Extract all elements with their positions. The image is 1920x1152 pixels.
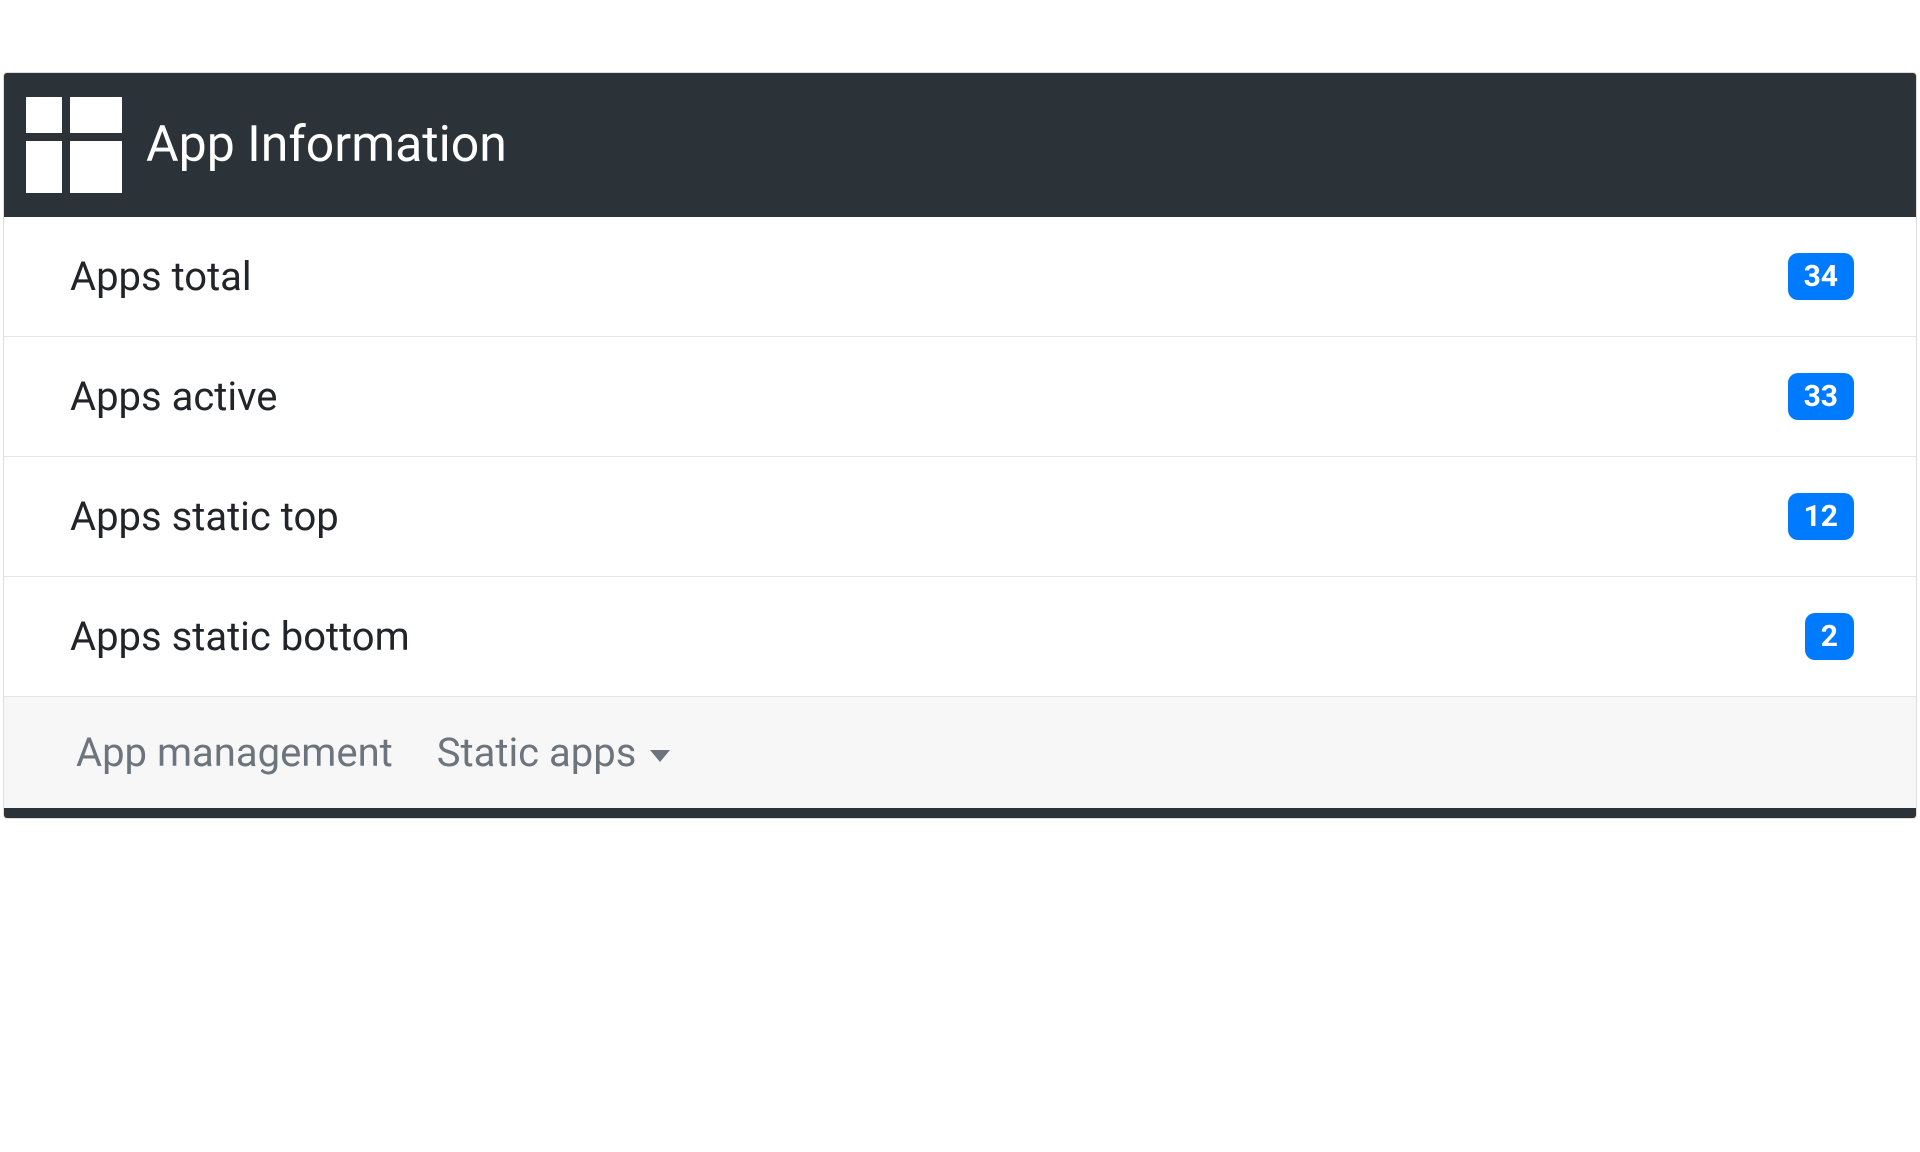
list-item-apps-static-top: Apps static top 12 (4, 457, 1916, 577)
panel-bottom-bar (4, 808, 1916, 818)
panel-footer: App management Static apps (4, 696, 1916, 808)
app-information-panel: App Information Apps total 34 Apps activ… (3, 72, 1917, 819)
list-item-apps-active: Apps active 33 (4, 337, 1916, 457)
count-badge: 34 (1788, 253, 1854, 300)
list-item-label: Apps static bottom (70, 613, 410, 660)
app-management-label: App management (76, 729, 393, 776)
count-badge: 2 (1805, 613, 1854, 660)
list-item-label: Apps active (70, 373, 277, 420)
app-management-link[interactable]: App management (76, 729, 393, 776)
list-item-label: Apps total (70, 253, 252, 300)
grid-icon (26, 97, 122, 193)
stats-list: Apps total 34 Apps active 33 Apps static… (4, 217, 1916, 696)
count-badge: 33 (1788, 373, 1854, 420)
static-apps-dropdown[interactable]: Static apps (437, 729, 671, 776)
static-apps-label: Static apps (437, 729, 637, 776)
list-item-apps-static-bottom: Apps static bottom 2 (4, 577, 1916, 696)
panel-header: App Information (4, 73, 1916, 217)
chevron-down-icon (650, 750, 670, 762)
list-item-label: Apps static top (70, 493, 339, 540)
panel-title: App Information (146, 116, 507, 174)
count-badge: 12 (1788, 493, 1854, 540)
list-item-apps-total: Apps total 34 (4, 217, 1916, 337)
